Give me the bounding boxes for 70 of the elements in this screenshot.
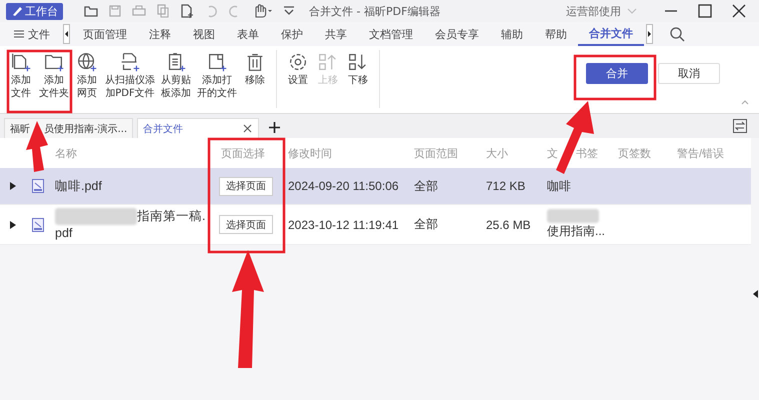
swap-icon[interactable] [733, 119, 747, 133]
column-header: 页签数 [618, 148, 651, 160]
ribbon-tab[interactable]: 文档管理 [358, 22, 424, 46]
highlight-frame [6, 50, 72, 114]
ribbon-tab[interactable]: 辅助 [490, 22, 534, 46]
ribbon-tab[interactable]: 保护 [270, 22, 314, 46]
scroll-left-icon[interactable] [63, 24, 70, 44]
document-tab[interactable]: 合并文件 [137, 118, 260, 138]
scroll-right-icon[interactable] [646, 24, 653, 44]
toolbar-button[interactable]: 添加打开的文件 [194, 50, 240, 100]
cancel-button[interactable]: 取消 [658, 63, 720, 84]
file-name: 咖啡.pdf [55, 178, 102, 192]
window-title: 合并文件 - 福昕PDF编辑器 [309, 4, 442, 18]
tab-label: 员使用指南-演示... [44, 122, 128, 136]
ribbon-tab[interactable]: 帮助 [534, 22, 578, 46]
maximize-icon[interactable] [697, 3, 713, 19]
new-file-icon[interactable] [179, 3, 195, 19]
search-icon[interactable] [669, 26, 685, 42]
column-header: 大小 [486, 148, 508, 160]
table-cell: 25.6 MB [486, 218, 531, 232]
menu-icon [14, 29, 24, 39]
table-cell: 全部 [414, 178, 438, 192]
table-cell: 2024-09-20 11:50:06 [288, 179, 399, 193]
pen-icon [11, 5, 23, 17]
column-header: 修改时间 [288, 148, 332, 160]
toolbar-button[interactable]: 从剪贴板添加 [158, 50, 194, 100]
plus-icon[interactable] [269, 122, 280, 133]
toolbar-button[interactable]: 添加文件 [6, 50, 36, 100]
merge-button[interactable]: 合并 [586, 63, 648, 84]
column-header: 名称 [55, 148, 77, 160]
user-menu[interactable]: 运营部使用 [566, 4, 621, 18]
toolbar-button[interactable]: 移除 [240, 50, 270, 100]
expand-panel-icon[interactable] [753, 290, 758, 298]
table-cell: 全部 [414, 217, 438, 231]
expand-icon[interactable] [10, 220, 16, 228]
tab-label: 合并文件 [143, 122, 184, 136]
file-menu[interactable]: 文件 [14, 22, 61, 46]
column-header: 文 书签 [547, 148, 598, 160]
table-cell-text: 咖啡 [547, 178, 572, 194]
select-pages-button[interactable]: 选择页面 [219, 215, 273, 234]
close-icon[interactable] [243, 124, 252, 133]
toolbar-button[interactable]: 设置 [283, 50, 313, 87]
file-name: 指南第一稿. pdf [55, 208, 206, 240]
ribbon-tab[interactable]: 共享 [314, 22, 358, 46]
ribbon-tab[interactable]: 页面管理 [72, 22, 138, 46]
table-cell-text: 使用指南... [547, 223, 606, 240]
toolbar-button[interactable]: 添加网页 [72, 50, 102, 100]
table-row[interactable]: 咖啡.pdf 选择页面 2024-09-20 11:50:06 全部 712 KB 咖啡 [0, 168, 751, 205]
column-header: 页面选择 [221, 148, 265, 160]
table-row[interactable]: 指南第一稿. pdf 选择页面 2023-10-12 11:19:41 全部 25.6 MB 使用指南... [0, 205, 751, 245]
pdf-file-icon [32, 179, 44, 193]
ribbon-tab[interactable]: 视图 [182, 22, 226, 46]
workbench-button[interactable]: 工作台 [6, 2, 63, 20]
pdf-file-icon [32, 218, 44, 232]
globe-icon [75, 50, 99, 74]
close-icon[interactable] [731, 3, 747, 19]
expand-icon[interactable] [10, 182, 16, 190]
toolbar-button[interactable]: 从扫描仪添加PDF文件 [102, 50, 158, 100]
ribbon-tab[interactable]: 注释 [138, 22, 182, 46]
column-header: 页面范围 [414, 148, 458, 160]
table-cell: 2023-10-12 11:19:41 [288, 218, 399, 232]
toolbar-button[interactable]: 添加文件夹 [36, 50, 72, 100]
table-cell: 712 KB [486, 179, 526, 193]
tab-label: 福昕 [10, 122, 30, 136]
ribbon-tab[interactable]: 表单 [226, 22, 270, 46]
ribbon-tab[interactable]: 会员专享 [424, 22, 490, 46]
select-pages-button[interactable]: 选择页面 [219, 176, 273, 196]
document-tab[interactable]: 福昕 员使用指南-演示... [4, 118, 134, 138]
column-header: 警告/错误 [677, 148, 724, 160]
toolbar-button[interactable]: 下移 [343, 50, 373, 87]
